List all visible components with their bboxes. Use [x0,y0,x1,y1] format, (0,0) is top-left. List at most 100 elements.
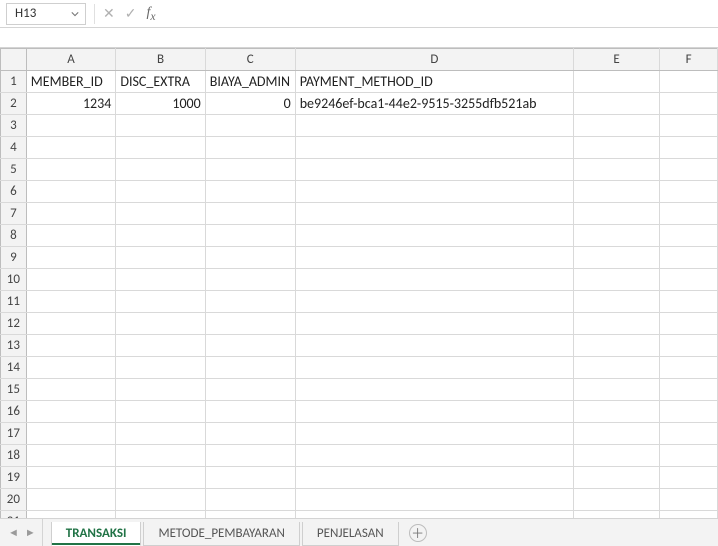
cell-C17[interactable] [205,423,295,445]
cell-A2[interactable]: 1234 [26,93,116,115]
cell-B11[interactable] [116,291,205,313]
cell-F14[interactable] [660,357,718,379]
cell-B7[interactable] [116,203,205,225]
cell-A15[interactable] [26,379,116,401]
cell-F19[interactable] [660,467,718,489]
cell-A17[interactable] [26,423,116,445]
cell-F21[interactable] [660,511,718,519]
cell-B20[interactable] [116,489,205,511]
cell-C5[interactable] [205,159,295,181]
cell-C9[interactable] [205,247,295,269]
cell-B4[interactable] [116,137,205,159]
cell-D5[interactable] [295,159,573,181]
cell-E3[interactable] [573,115,659,137]
cell-B2[interactable]: 1000 [116,93,205,115]
cell-B1[interactable]: DISC_EXTRA [116,71,205,93]
cell-C7[interactable] [205,203,295,225]
cell-B6[interactable] [116,181,205,203]
cell-D2[interactable]: be9246ef-bca1-44e2-9515-3255dfb521ab [295,93,573,115]
cell-A4[interactable] [26,137,116,159]
cell-A9[interactable] [26,247,116,269]
cell-A8[interactable] [26,225,116,247]
add-sheet-button[interactable]: ＋ [409,524,427,542]
cell-A19[interactable] [26,467,116,489]
cell-E7[interactable] [573,203,659,225]
cell-D18[interactable] [295,445,573,467]
cell-B15[interactable] [116,379,205,401]
cell-C21[interactable] [205,511,295,519]
row-header-2[interactable]: 2 [1,93,27,115]
cell-B12[interactable] [116,313,205,335]
cell-C16[interactable] [205,401,295,423]
cell-F16[interactable] [660,401,718,423]
cell-A6[interactable] [26,181,116,203]
cell-E2[interactable] [573,93,659,115]
cell-D16[interactable] [295,401,573,423]
cell-A3[interactable] [26,115,116,137]
cell-C10[interactable] [205,269,295,291]
spreadsheet-grid[interactable]: ABCDEF 1MEMBER_IDDISC_EXTRABIAYA_ADMINPA… [0,48,718,518]
cell-B17[interactable] [116,423,205,445]
cell-E20[interactable] [573,489,659,511]
cell-E4[interactable] [573,137,659,159]
cell-D17[interactable] [295,423,573,445]
row-header-5[interactable]: 5 [1,159,27,181]
cell-C14[interactable] [205,357,295,379]
cell-E8[interactable] [573,225,659,247]
cell-F8[interactable] [660,225,718,247]
cell-F9[interactable] [660,247,718,269]
cell-D12[interactable] [295,313,573,335]
row-header-20[interactable]: 20 [1,489,27,511]
cell-E21[interactable] [573,511,659,519]
row-header-9[interactable]: 9 [1,247,27,269]
col-header-B[interactable]: B [116,49,205,71]
cell-E1[interactable] [573,71,659,93]
cell-F17[interactable] [660,423,718,445]
row-header-12[interactable]: 12 [1,313,27,335]
row-header-1[interactable]: 1 [1,71,27,93]
cell-C18[interactable] [205,445,295,467]
cell-F15[interactable] [660,379,718,401]
cell-F18[interactable] [660,445,718,467]
cell-A14[interactable] [26,357,116,379]
cell-D13[interactable] [295,335,573,357]
col-header-E[interactable]: E [573,49,659,71]
cell-D7[interactable] [295,203,573,225]
cell-E5[interactable] [573,159,659,181]
cell-C4[interactable] [205,137,295,159]
cell-D14[interactable] [295,357,573,379]
cell-F7[interactable] [660,203,718,225]
cell-A12[interactable] [26,313,116,335]
cell-B3[interactable] [116,115,205,137]
cell-D19[interactable] [295,467,573,489]
cell-A21[interactable] [26,511,116,519]
tab-transaksi[interactable]: TRANSAKSI [51,522,142,546]
cell-D15[interactable] [295,379,573,401]
row-header-3[interactable]: 3 [1,115,27,137]
row-header-4[interactable]: 4 [1,137,27,159]
cell-D1[interactable]: PAYMENT_METHOD_ID [295,71,573,93]
cell-E14[interactable] [573,357,659,379]
cell-B14[interactable] [116,357,205,379]
cell-E10[interactable] [573,269,659,291]
cell-C6[interactable] [205,181,295,203]
cell-D4[interactable] [295,137,573,159]
cell-B19[interactable] [116,467,205,489]
cell-B16[interactable] [116,401,205,423]
cell-C20[interactable] [205,489,295,511]
cell-B9[interactable] [116,247,205,269]
cell-A20[interactable] [26,489,116,511]
row-header-11[interactable]: 11 [1,291,27,313]
name-box[interactable]: H13 [6,3,86,25]
cell-D21[interactable] [295,511,573,519]
cell-A11[interactable] [26,291,116,313]
cell-C1[interactable]: BIAYA_ADMIN [205,71,295,93]
cell-A1[interactable]: MEMBER_ID [26,71,116,93]
cell-C13[interactable] [205,335,295,357]
cell-F12[interactable] [660,313,718,335]
row-header-18[interactable]: 18 [1,445,27,467]
row-header-15[interactable]: 15 [1,379,27,401]
cell-E6[interactable] [573,181,659,203]
cell-F11[interactable] [660,291,718,313]
cell-D9[interactable] [295,247,573,269]
